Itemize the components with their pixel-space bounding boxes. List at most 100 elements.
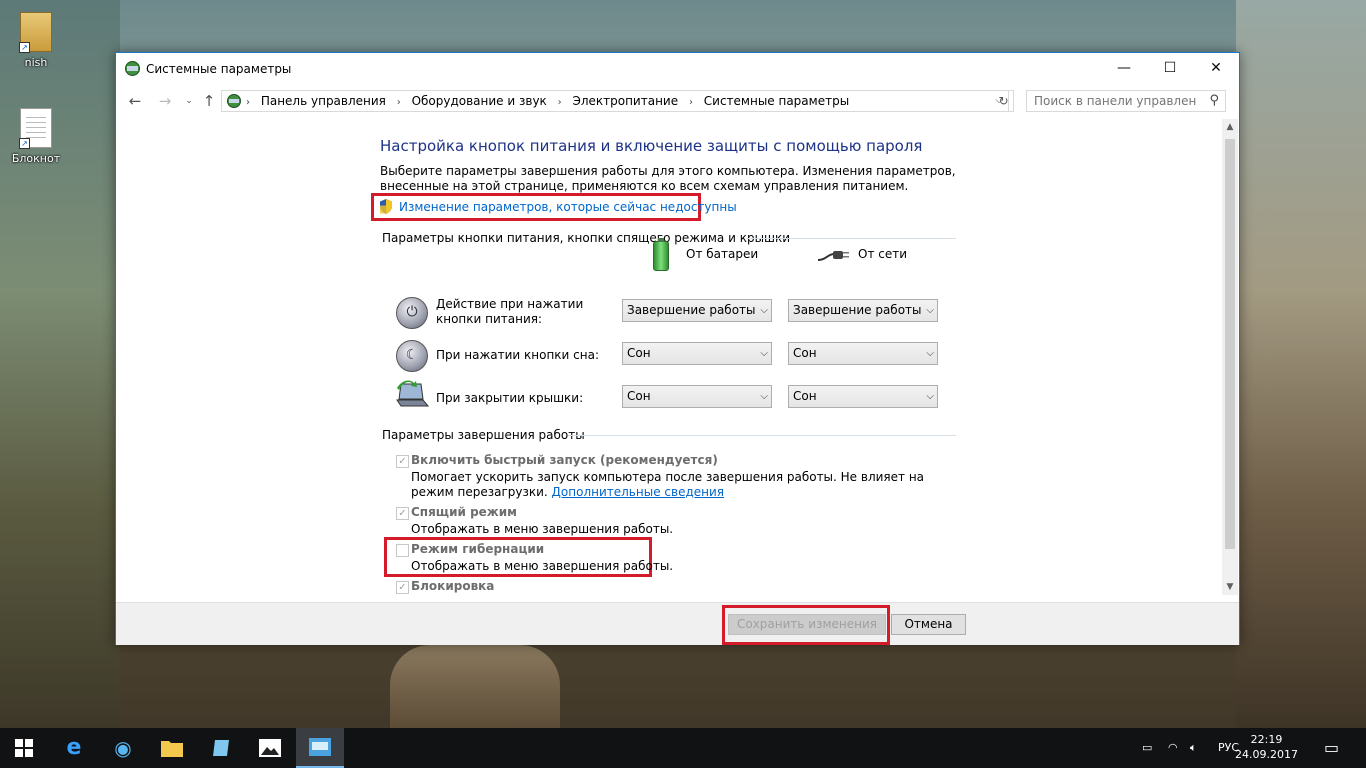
refresh-icon[interactable]: ↻ (994, 90, 1014, 112)
minimize-button[interactable]: — (1101, 53, 1147, 83)
chevron-down-icon: ⌵ (760, 391, 768, 402)
uac-shield-icon (380, 199, 392, 214)
vertical-scrollbar[interactable]: ▲ ▼ (1222, 119, 1238, 595)
sleep-button-plugged-select[interactable]: Сон ⌵ (788, 342, 938, 365)
forward-arrow-icon[interactable]: → (156, 92, 174, 110)
windows-logo-icon (15, 739, 33, 757)
lock-checkbox[interactable]: ✓ (396, 581, 409, 594)
shutdown-group-title: Параметры завершения работы (382, 428, 585, 442)
chevron-down-icon: ⌵ (926, 348, 934, 359)
save-changes-button[interactable]: Сохранить изменения (728, 614, 886, 635)
scroll-down-icon[interactable]: ▼ (1222, 579, 1238, 595)
group-divider (568, 435, 956, 436)
fast-startup-checkbox[interactable]: ✓ (396, 455, 409, 468)
notepad-taskbar-icon[interactable] (197, 728, 245, 768)
shortcut-arrow-icon: ↗ (19, 42, 30, 53)
search-input[interactable] (1027, 91, 1197, 111)
chevron-right-icon[interactable]: › (689, 97, 693, 108)
back-arrow-icon[interactable]: ← (126, 92, 144, 110)
laptop-lid-icon (396, 380, 429, 407)
clock-date: 24.09.2017 (1235, 748, 1298, 761)
shortcut-arrow-icon: ↗ (19, 138, 30, 149)
chevron-right-icon[interactable]: › (397, 97, 401, 108)
fast-startup-description: Помогает ускорить запуск компьютера посл… (411, 470, 931, 500)
scrollbar-thumb[interactable] (1225, 139, 1235, 549)
lid-close-battery-select[interactable]: Сон ⌵ (622, 385, 772, 408)
select-value: Сон (793, 389, 817, 403)
select-value: Сон (793, 346, 817, 360)
desktop-icon-label: nish (24, 56, 48, 69)
search-icon[interactable]: ⚲ (1209, 93, 1219, 108)
lid-close-plugged-select[interactable]: Сон ⌵ (788, 385, 938, 408)
address-bar: ← → ⌄ ↑ › Панель управления › Оборудован… (116, 89, 1239, 115)
edge-browser-icon[interactable]: e (50, 728, 98, 768)
clock-time: 22:19 (1250, 733, 1283, 746)
wallpaper-stump (390, 645, 560, 730)
cancel-button[interactable]: Отмена (891, 614, 966, 635)
hibernate-description: Отображать в меню завершения работы. (411, 559, 674, 573)
file-explorer-icon[interactable] (148, 728, 196, 768)
chevron-down-icon: ⌵ (926, 391, 934, 402)
column-header-plugged-in: От сети (858, 247, 908, 261)
notifications-icon[interactable]: ▭ (1324, 728, 1339, 768)
search-box[interactable]: ⚲ (1026, 90, 1226, 112)
title-bar[interactable]: Системные параметры — ☐ ✕ (116, 53, 1239, 85)
lock-label: Блокировка (411, 579, 495, 593)
sleep-button-battery-select[interactable]: Сон ⌵ (622, 342, 772, 365)
browser-globe-icon[interactable]: ◉ (99, 728, 147, 768)
change-unavailable-settings-link[interactable]: Изменение параметров, которые сейчас нед… (399, 200, 737, 214)
hibernate-checkbox[interactable]: ✓ (396, 544, 409, 557)
breadcrumb-item-control-panel[interactable]: Панель управления (261, 94, 386, 108)
sleep-description: Отображать в меню завершения работы. (411, 522, 674, 536)
recent-locations-chevron-icon[interactable]: ⌄ (180, 92, 198, 110)
close-button[interactable]: ✕ (1193, 53, 1239, 83)
sleep-button-icon: ☾ (396, 340, 428, 372)
more-info-link[interactable]: Дополнительные сведения (552, 485, 724, 499)
sleep-label: Спящий режим (411, 505, 517, 519)
photos-icon[interactable] (246, 728, 294, 768)
select-value: Сон (627, 389, 651, 403)
breadcrumb[interactable]: › Панель управления › Оборудование и зву… (221, 90, 1009, 112)
main-content: Настройка кнопок питания и включение защ… (116, 117, 1221, 602)
power-button-battery-select[interactable]: Завершение работы ⌵ (622, 299, 772, 322)
chevron-right-icon[interactable]: › (558, 97, 562, 108)
power-button-plugged-select[interactable]: Завершение работы ⌵ (788, 299, 938, 322)
volume-icon[interactable]: 🔈︎ (1190, 728, 1197, 768)
page-title: Настройка кнопок питания и включение защ… (380, 137, 923, 155)
select-value: Сон (627, 346, 651, 360)
notepad-icon: ↗ (19, 108, 52, 149)
desktop-icon-notepad[interactable]: ↗ Блокнот (6, 108, 66, 165)
lid-close-label: При закрытии крышки: (436, 391, 584, 405)
power-button-label: Действие при нажатии кнопки питания: (436, 297, 584, 326)
desktop-icon-label: Блокнот (11, 152, 61, 165)
start-button[interactable] (0, 728, 48, 768)
chevron-down-icon: ⌵ (760, 348, 768, 359)
clock[interactable]: 22:19 24.09.2017 (1235, 732, 1298, 762)
window-title: Системные параметры (146, 62, 292, 76)
taskbar: e ◉ ▭ ◠ 🔈︎ РУС 22:19 24.09.2017 ▭ (0, 728, 1366, 768)
fast-startup-label: Включить быстрый запуск (рекомендуется) (411, 453, 718, 467)
column-header-battery: От батареи (686, 247, 759, 261)
chevron-down-icon: ⌵ (926, 305, 934, 316)
footer-bar: Сохранить изменения Отмена (116, 602, 1239, 645)
page-description: Выберите параметры завершения работы для… (380, 164, 956, 193)
sleep-checkbox[interactable]: ✓ (396, 507, 409, 520)
desktop-wallpaper-right (1236, 0, 1366, 728)
control-panel-taskbar-icon[interactable] (296, 728, 344, 768)
desktop-icon-nish[interactable]: ↗ nish (6, 12, 66, 69)
breadcrumb-item-power-options[interactable]: Электропитание (572, 94, 678, 108)
battery-icon (653, 238, 669, 271)
battery-status-icon[interactable]: ▭ (1142, 728, 1152, 768)
breadcrumb-item-system-settings[interactable]: Системные параметры (704, 94, 849, 108)
hibernate-label: Режим гибернации (411, 542, 545, 556)
select-value: Завершение работы (627, 303, 756, 317)
group-divider (746, 238, 956, 239)
up-arrow-icon[interactable]: ↑ (200, 92, 218, 110)
chevron-down-icon: ⌵ (760, 305, 768, 316)
sleep-button-label: При нажатии кнопки сна: (436, 348, 600, 362)
maximize-button[interactable]: ☐ (1147, 53, 1193, 83)
breadcrumb-item-hardware-sound[interactable]: Оборудование и звук (412, 94, 547, 108)
scroll-up-icon[interactable]: ▲ (1222, 119, 1238, 135)
wifi-icon[interactable]: ◠ (1168, 728, 1178, 768)
power-plug-icon (818, 251, 849, 261)
